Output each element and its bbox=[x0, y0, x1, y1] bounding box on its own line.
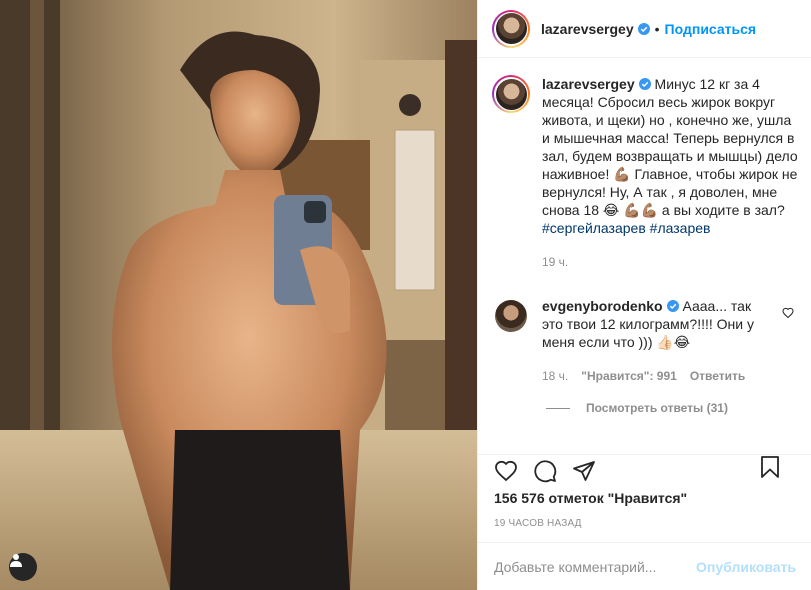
story-ring[interactable] bbox=[492, 9, 530, 48]
verified-badge-icon bbox=[666, 300, 679, 312]
comment-time[interactable]: 18 ч. bbox=[542, 367, 568, 385]
comment-icon bbox=[534, 460, 557, 483]
publish-button[interactable]: Опубликовать bbox=[696, 559, 796, 575]
commenter-username[interactable]: evgenyborodenko bbox=[542, 298, 663, 314]
view-replies-label[interactable]: Посмотреть ответы (31) bbox=[586, 401, 728, 415]
post-timestamp[interactable]: 19 ЧАСОВ НАЗАД bbox=[494, 518, 796, 529]
comment-likes[interactable]: "Нравится": 991 bbox=[581, 367, 677, 385]
view-replies-button[interactable]: Посмотреть ответы (31) bbox=[546, 401, 798, 415]
verified-badge-icon bbox=[638, 78, 651, 90]
author-username[interactable]: lazarevsergey bbox=[541, 21, 634, 37]
share-icon bbox=[573, 461, 595, 481]
tagged-users-button[interactable] bbox=[9, 553, 37, 581]
post-image bbox=[0, 0, 477, 590]
comment-item: evgenyborodenko Аааа... так это твои 12 … bbox=[492, 297, 798, 385]
caption: lazarevsergey Минус 12 кг за 4 месяца! С… bbox=[492, 75, 798, 271]
follow-button[interactable]: Подписаться bbox=[665, 21, 757, 37]
comments-section: lazarevsergey Минус 12 кг за 4 месяца! С… bbox=[478, 59, 811, 454]
reply-button[interactable]: Ответить bbox=[690, 367, 745, 385]
share-button[interactable] bbox=[572, 459, 596, 483]
post-details-panel: lazarevsergey • Подписаться lazarevserge… bbox=[477, 0, 811, 590]
verified-badge-icon bbox=[637, 22, 650, 35]
post-photo[interactable] bbox=[0, 0, 477, 590]
post-actions: 156 576 отметок "Нравится" 19 ЧАСОВ НАЗА… bbox=[478, 454, 811, 529]
post-header: lazarevsergey • Подписаться bbox=[478, 0, 811, 58]
avatar[interactable] bbox=[495, 13, 527, 44]
save-button[interactable] bbox=[758, 455, 782, 479]
caption-time[interactable]: 19 ч. bbox=[542, 253, 798, 271]
heart-icon bbox=[495, 460, 517, 482]
commenter-avatar[interactable] bbox=[495, 300, 527, 332]
comment-button[interactable] bbox=[533, 459, 557, 483]
caption-avatar[interactable] bbox=[495, 78, 527, 110]
add-comment-bar: Опубликовать bbox=[478, 542, 811, 590]
caption-story-ring[interactable] bbox=[492, 75, 530, 113]
user-icon bbox=[10, 554, 22, 567]
likes-count[interactable]: 156 576 отметок "Нравится" bbox=[494, 490, 796, 506]
bookmark-icon bbox=[761, 456, 779, 478]
replies-divider-line bbox=[546, 407, 570, 409]
like-comment-heart-icon[interactable] bbox=[782, 307, 794, 319]
comment-meta: 18 ч. "Нравится": 991 Ответить bbox=[542, 367, 766, 385]
comment-input[interactable] bbox=[494, 558, 697, 575]
header-separator: • bbox=[654, 20, 660, 37]
like-button[interactable] bbox=[494, 459, 518, 483]
caption-username[interactable]: lazarevsergey bbox=[542, 76, 635, 92]
caption-hashtags[interactable]: #сергейлазарев #лазарев bbox=[542, 220, 710, 236]
caption-text: Минус 12 кг за 4 месяца! Сбросил весь жи… bbox=[542, 76, 798, 218]
